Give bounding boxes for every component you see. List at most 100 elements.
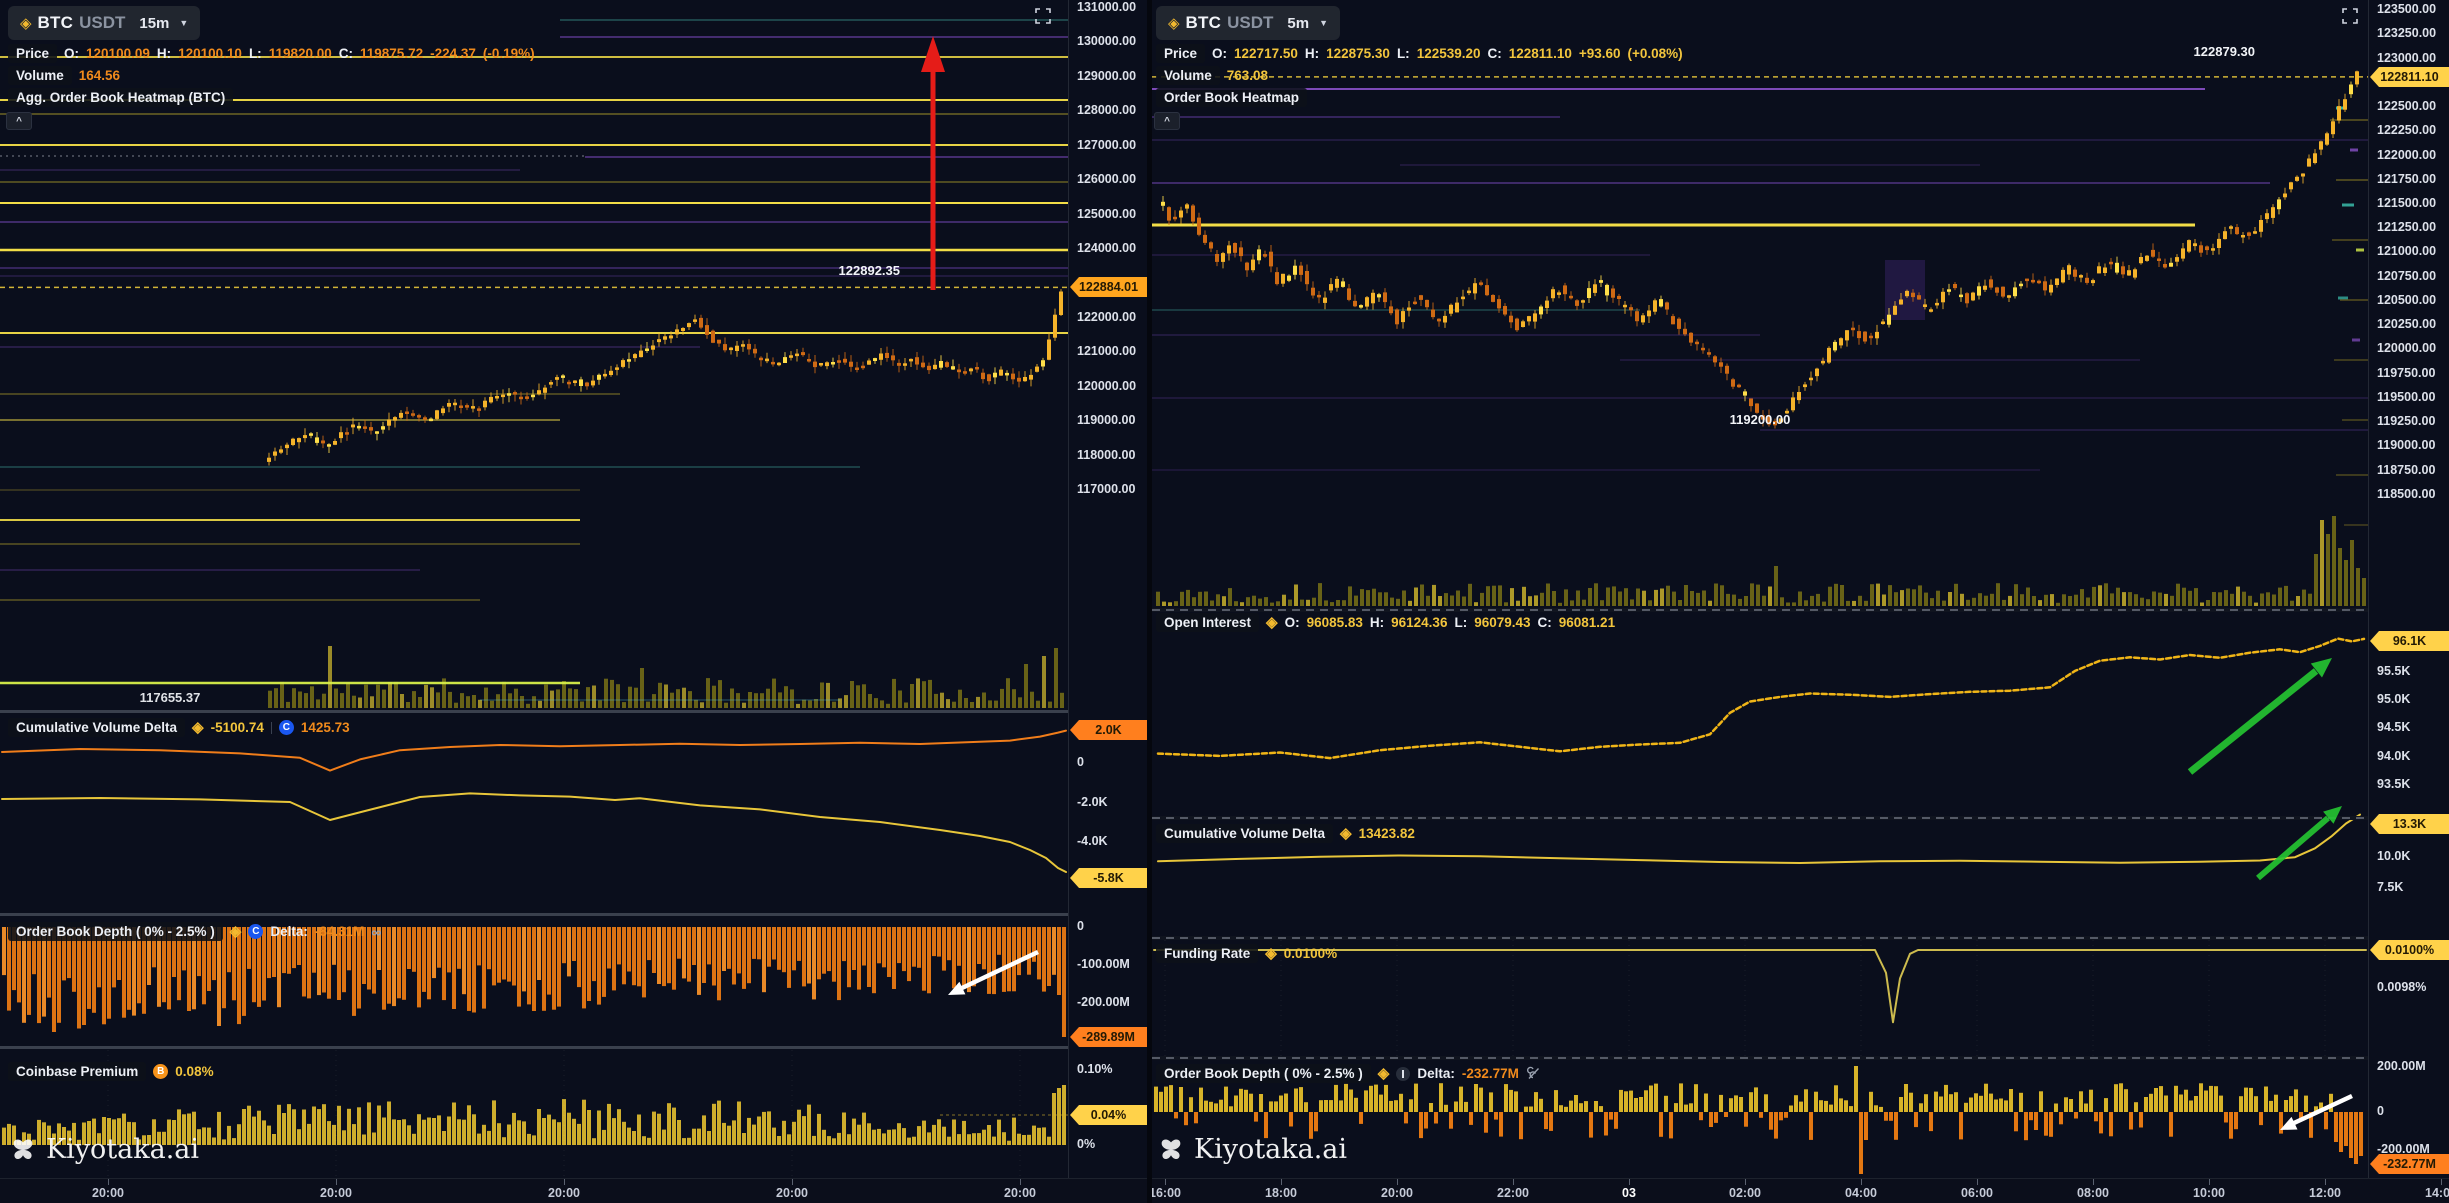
close-label: C:: [1488, 46, 1502, 61]
axis-badge: 122884.01: [1070, 277, 1147, 297]
trading-dashboard: ◈ BTCUSDT 15m ▼ Price O:120100.09 H:1201…: [0, 0, 2449, 1203]
axis-label: -100.00M: [1077, 957, 1130, 971]
price-axis-right[interactable]: 123500.00123250.00123000.00122500.001222…: [2368, 0, 2449, 1178]
crosshair-price-label: 122892.35: [780, 263, 900, 278]
axis-label: 119250.00: [2377, 414, 2435, 428]
collapse-button-right[interactable]: ^: [1154, 112, 1180, 130]
price-axis-left[interactable]: 131000.00130000.00129000.00128000.001270…: [1068, 0, 1148, 1178]
butterfly-icon: [1156, 1137, 1186, 1163]
volume-label: Volume: [1156, 66, 1220, 85]
symbol-quote: USDT: [79, 13, 125, 33]
axis-label: 95.5K: [2377, 664, 2410, 678]
binance-icon: ◈: [20, 16, 32, 31]
close-value: 122811.10: [1509, 46, 1572, 61]
axis-label: 125000.00: [1077, 207, 1136, 221]
axis-label: 122000.00: [2377, 148, 2436, 162]
time-label: 14:00: [2425, 1186, 2449, 1200]
axis-badge: 2.0K: [1070, 720, 1147, 740]
low-label: L:: [249, 46, 262, 61]
axis-label: 120250.00: [2377, 317, 2436, 331]
time-tick: [1165, 1179, 1166, 1185]
open-label: O:: [64, 46, 79, 61]
time-tick: [1397, 1179, 1398, 1185]
volume-row-left: Volume 164.56: [8, 66, 120, 85]
high-label: H:: [157, 46, 171, 61]
time-tick: [1745, 1179, 1746, 1185]
axis-badge: 0.0100%: [2370, 940, 2449, 960]
axis-label: 130000.00: [1077, 34, 1136, 48]
close-value: 119875.72: [360, 46, 423, 61]
time-tick: [1977, 1179, 1978, 1185]
time-label: 20:00: [320, 1186, 352, 1200]
chevron-down-icon: ▼: [179, 18, 188, 28]
axis-label: 0: [2377, 1104, 2384, 1118]
fullscreen-icon-left[interactable]: [1035, 8, 1051, 24]
symbol-base: BTC: [1186, 13, 1222, 33]
collapse-button-left[interactable]: ^: [6, 112, 32, 130]
cvd-title: Cumulative Volume Delta: [8, 718, 185, 737]
axis-badge: -232.77M: [2370, 1154, 2449, 1174]
axis-label: 118750.00: [2377, 463, 2435, 477]
watermark-text: Kiyotaka.ai: [46, 1134, 199, 1165]
fullscreen-icon-right[interactable]: [2342, 8, 2358, 24]
chart-low-label-left: 117655.37: [110, 690, 230, 705]
axis-label: 10.0K: [2377, 849, 2410, 863]
low-value: 119820.00: [269, 46, 332, 61]
time-tick: [564, 1179, 565, 1185]
divider: [271, 722, 272, 734]
axis-label: -200.00M: [1077, 995, 1130, 1009]
high-label: H:: [1305, 46, 1319, 61]
panel-divider-vertical: [1147, 0, 1152, 1203]
change-value: -224.37: [430, 46, 476, 61]
time-tick: [2441, 1179, 2442, 1185]
price-label: Price: [8, 44, 57, 63]
time-tick: [2093, 1179, 2094, 1185]
axis-label: 0.0098%: [2377, 980, 2426, 994]
axis-label: 120750.00: [2377, 269, 2436, 283]
axis-label: 122250.00: [2377, 123, 2436, 137]
oi-high-value: 96124.36: [1391, 615, 1447, 630]
volume-value: 763.08: [1227, 68, 1268, 83]
time-tick: [2209, 1179, 2210, 1185]
axis-label: 119500.00: [2377, 390, 2435, 404]
axis-label: 131000.00: [1077, 0, 1136, 14]
time-tick: [336, 1179, 337, 1185]
axis-label: 118000.00: [1077, 448, 1135, 462]
open-label: O:: [1212, 46, 1227, 61]
oi-open-value: 96085.83: [1307, 615, 1363, 630]
funding-header-right: Funding Rate ◈ 0.0100%: [1156, 944, 1337, 963]
heatmap-title-right: Order Book Heatmap: [1156, 88, 1307, 107]
low-label: L:: [1454, 615, 1467, 630]
time-axis[interactable]: 20:0020:0020:0020:0020:0016:0018:0020:00…: [0, 1178, 2449, 1203]
cvd-coinbase-value: 1425.73: [301, 720, 350, 735]
chart-low-label-right: 119200.00: [1702, 412, 1818, 427]
axis-label: 123250.00: [2377, 26, 2436, 40]
axis-badge: 13.3K: [2370, 814, 2449, 834]
axis-label: 129000.00: [1077, 69, 1136, 83]
time-label: 02:00: [1729, 1186, 1761, 1200]
link-icon[interactable]: ∞: [371, 924, 381, 940]
axis-label: 120000.00: [2377, 341, 2436, 355]
obd-title: Order Book Depth ( 0% - 2.5% ): [8, 922, 223, 941]
symbol-selector-right[interactable]: ◈ BTCUSDT 5m ▼: [1156, 6, 1340, 40]
binance-icon: ◈: [230, 924, 242, 939]
time-label: 08:00: [2077, 1186, 2109, 1200]
time-label: 20:00: [1004, 1186, 1036, 1200]
chart-high-label-right: 122879.30: [2130, 44, 2255, 59]
time-tick: [108, 1179, 109, 1185]
binance-icon: ◈: [192, 720, 204, 735]
funding-value: 0.0100%: [1284, 946, 1337, 961]
axis-badge: -289.89M: [1070, 1027, 1147, 1047]
delta-value: -84.31M: [315, 924, 365, 939]
heatmap-label: Agg. Order Book Heatmap (BTC): [8, 88, 233, 107]
charts-canvas[interactable]: [0, 0, 2449, 1178]
axis-label: 119750.00: [2377, 366, 2435, 380]
cvd-title: Cumulative Volume Delta: [1156, 824, 1333, 843]
time-label: 10:00: [2193, 1186, 2225, 1200]
oi-header-right: Open Interest ◈ O:96085.83 H:96124.36 L:…: [1156, 613, 1615, 632]
interval-label: 15m: [139, 15, 169, 32]
broken-link-icon[interactable]: [1526, 1066, 1541, 1081]
time-tick: [1020, 1179, 1021, 1185]
high-value: 122875.30: [1326, 46, 1390, 61]
symbol-selector-left[interactable]: ◈ BTCUSDT 15m ▼: [8, 6, 200, 40]
